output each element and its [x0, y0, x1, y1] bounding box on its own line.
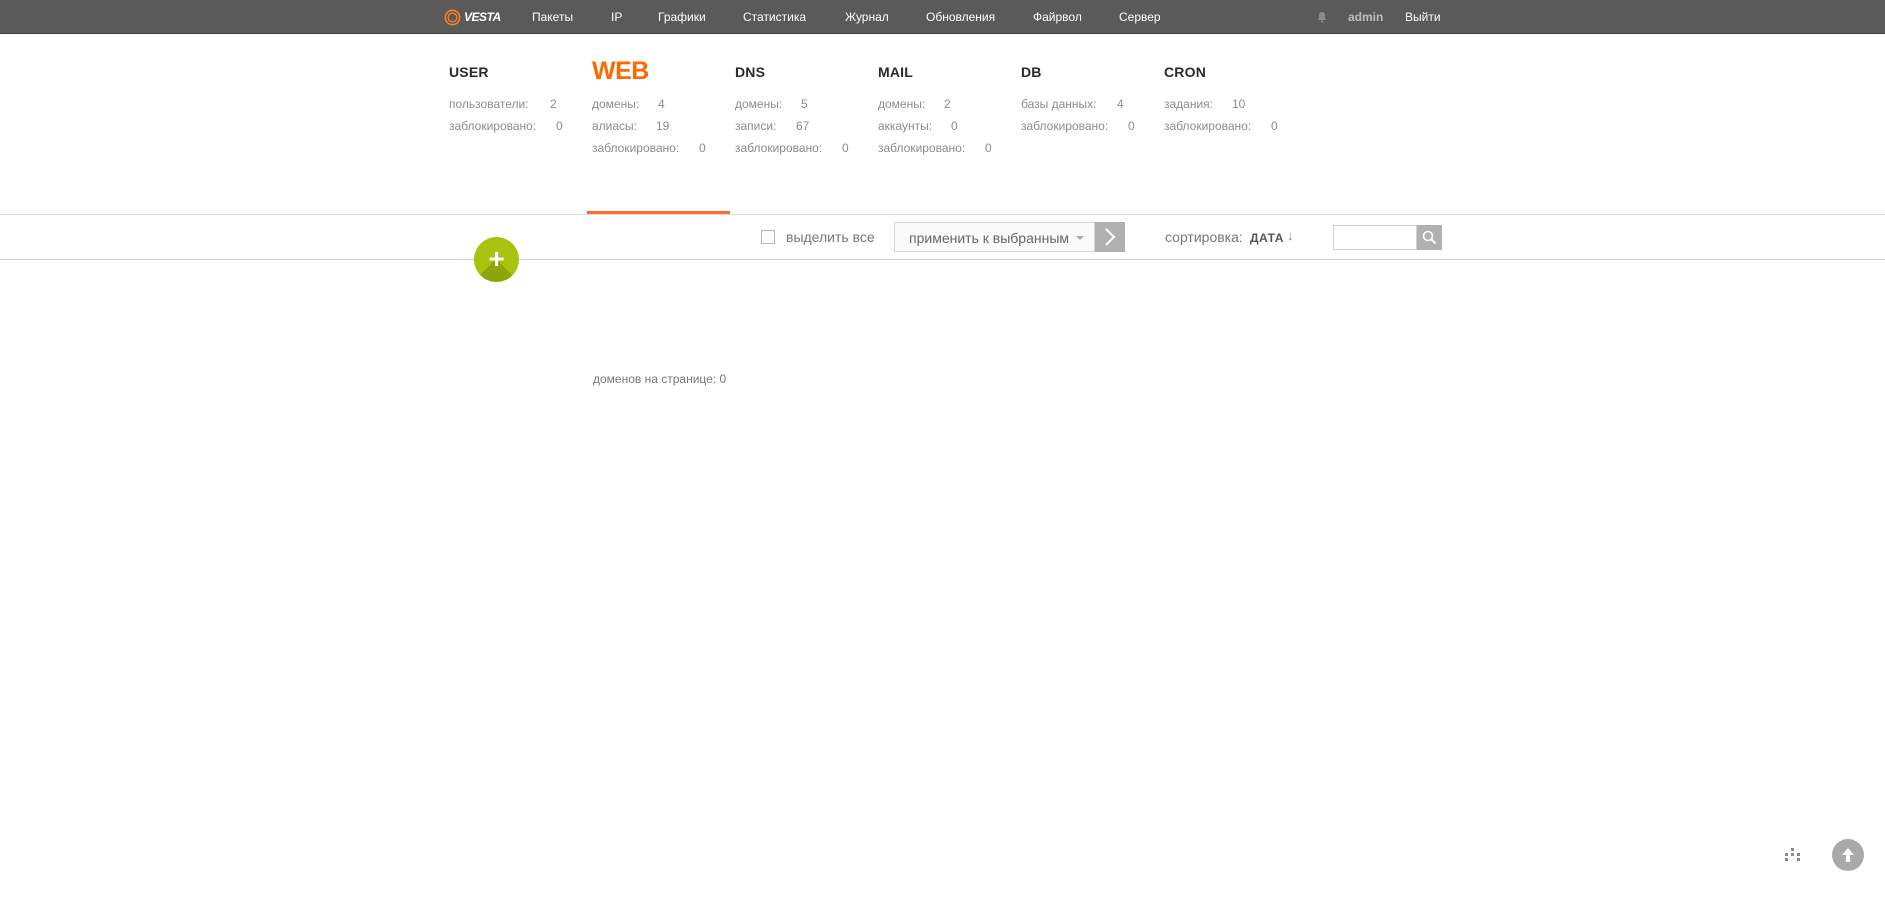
select-all-checkbox[interactable] [761, 230, 775, 244]
stat-label: пользователи: [449, 97, 529, 111]
nav-graphs[interactable]: Графики [658, 0, 706, 34]
divider [0, 214, 1885, 215]
stat-value: 4 [658, 97, 665, 111]
stat-label: аккаунты: [878, 119, 933, 133]
stat-label: заблокировано: [878, 141, 966, 155]
stat-value: 5 [801, 97, 808, 111]
search-button[interactable] [1417, 225, 1442, 250]
add-domain-button[interactable]: + [474, 237, 519, 282]
sort-label: сортировка: [1165, 229, 1243, 245]
logo-text: VESTA [464, 10, 501, 24]
nav-ip[interactable]: IP [611, 0, 622, 34]
stat-label: базы данных: [1021, 97, 1097, 111]
vesta-logo-icon [444, 9, 461, 25]
stats-web-title[interactable]: WEB [592, 57, 649, 86]
arrow-up-icon [1842, 848, 1854, 862]
logout-link[interactable]: Выйти [1405, 0, 1441, 34]
stat-label: домены: [592, 97, 640, 111]
bulk-action-placeholder: применить к выбранным [909, 230, 1070, 246]
sort-field[interactable]: ДАТА [1250, 231, 1284, 245]
stat-label: домены: [735, 97, 783, 111]
select-all-label[interactable]: выделить все [786, 229, 875, 245]
nav-log[interactable]: Журнал [845, 0, 889, 34]
stat-value: 0 [699, 141, 706, 155]
stat-value: 0 [842, 141, 849, 155]
stats-mail-title[interactable]: MAIL [878, 64, 913, 80]
nav-server[interactable]: Сервер [1119, 0, 1161, 34]
stat-value: 4 [1117, 97, 1124, 111]
stat-label: записи: [735, 119, 777, 133]
stats-user-title[interactable]: USER [449, 64, 489, 80]
chevron-right-icon [1105, 228, 1116, 246]
logo[interactable]: VESTA [444, 8, 501, 26]
nav-packages[interactable]: Пакеты [532, 0, 573, 34]
bell-icon[interactable] [1317, 11, 1327, 23]
stat-label: заблокировано: [735, 141, 823, 155]
stat-value: 10 [1232, 97, 1246, 111]
stat-value: 0 [951, 119, 958, 133]
stat-value: 19 [656, 119, 670, 133]
stat-label: заблокировано: [592, 141, 680, 155]
stat-value: 0 [1128, 119, 1135, 133]
apply-button[interactable] [1095, 222, 1125, 252]
stat-value: 0 [1271, 119, 1278, 133]
top-bar: VESTA Пакеты IP Графики Статистика Журна… [0, 0, 1885, 34]
stat-label: алиасы: [592, 119, 638, 133]
nav-updates[interactable]: Обновления [926, 0, 995, 34]
nav-firewall[interactable]: Файрвол [1033, 0, 1082, 34]
domains-per-page: доменов на странице: 0 [593, 372, 727, 386]
stat-value: 2 [550, 97, 557, 111]
search-icon [1422, 230, 1437, 245]
search-input[interactable] [1333, 225, 1417, 250]
stats-db-title[interactable]: DB [1021, 64, 1042, 80]
stat-value: 0 [556, 119, 563, 133]
stats-cron-title[interactable]: CRON [1164, 64, 1206, 80]
plus-icon: + [488, 243, 505, 274]
chevron-down-icon [1076, 236, 1084, 240]
stats-dns-title[interactable]: DNS [735, 64, 765, 80]
scroll-top-button[interactable] [1832, 839, 1864, 871]
stat-label: заблокировано: [1021, 119, 1109, 133]
divider [0, 259, 1885, 260]
nav-statistics[interactable]: Статистика [743, 0, 806, 34]
stat-label: заблокировано: [1164, 119, 1252, 133]
stat-label: заблокировано: [449, 119, 537, 133]
shortcuts-icon[interactable] [1784, 847, 1802, 861]
arrow-down-icon[interactable]: ↓ [1287, 228, 1294, 243]
user-link[interactable]: admin [1348, 0, 1383, 34]
stat-value: 67 [796, 119, 810, 133]
stat-label: домены: [878, 97, 926, 111]
bulk-action-select[interactable]: применить к выбранным [894, 222, 1095, 252]
stat-value: 0 [985, 141, 992, 155]
stat-label: задания: [1164, 97, 1214, 111]
stat-value: 2 [944, 97, 951, 111]
active-tab-indicator [587, 211, 730, 214]
